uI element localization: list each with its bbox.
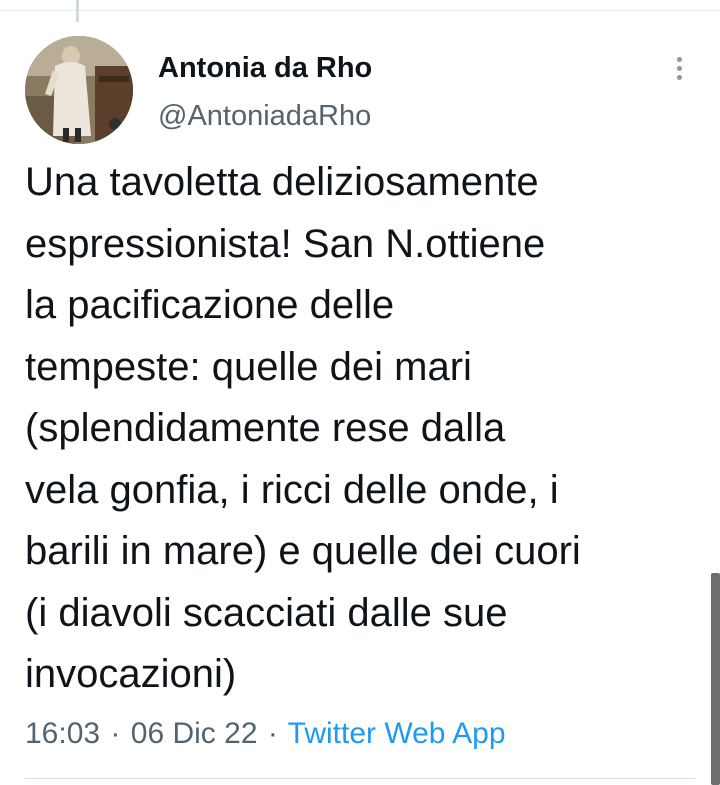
top-divider <box>0 10 720 11</box>
tweet-text: Una tavoletta deliziosamente espressioni… <box>25 160 581 696</box>
tweet-source-link[interactable]: Twitter Web App <box>288 717 506 750</box>
bottom-divider <box>25 778 695 779</box>
more-options-button[interactable] <box>662 48 698 88</box>
meta-separator: · <box>267 717 278 750</box>
author-name[interactable]: Antonia da Rho <box>158 50 372 86</box>
tweet-date[interactable]: 06 Dic 22 <box>131 717 258 750</box>
avatar[interactable] <box>25 36 133 144</box>
more-vertical-icon-dot <box>677 66 682 71</box>
avatar-photo <box>25 36 133 144</box>
tweet-time[interactable]: 16:03 <box>25 717 100 750</box>
meta-separator: · <box>110 717 121 750</box>
tweet-metadata: 16:03 · 06 Dic 22 · Twitter Web App <box>25 714 506 754</box>
author-handle[interactable]: @AntoniadaRho <box>158 98 371 134</box>
more-vertical-icon <box>677 57 682 62</box>
more-vertical-icon-dot <box>677 75 682 80</box>
thread-connector-line <box>76 0 79 22</box>
scrollbar-thumb[interactable] <box>711 573 720 785</box>
